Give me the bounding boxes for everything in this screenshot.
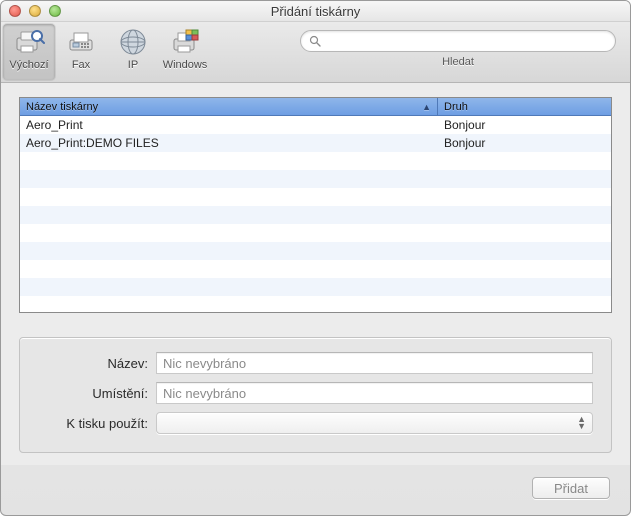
toolbar-items: Výchozí Fax [3,24,211,80]
select-arrows-icon: ▲▼ [577,416,586,430]
window-title: Přidání tiskárny [1,4,630,19]
table-row[interactable]: Aero_Print Bonjour [20,116,611,134]
content-area: Název tiskárny ▲ Druh Aero_Print Bonjour… [1,83,630,465]
search-field-wrap[interactable] [300,30,616,52]
details-panel: Název: Nic nevybráno Umístění: Nic nevyb… [19,337,612,453]
toolbar-item-label: IP [128,59,138,71]
search-icon [309,35,321,47]
table-row[interactable] [20,206,611,224]
label-use: K tisku použít: [38,416,148,431]
table-header: Název tiskárny ▲ Druh [20,98,611,116]
toolbar-item-default[interactable]: Výchozí [3,24,55,80]
globe-icon [117,26,149,58]
table-row[interactable] [20,188,611,206]
search-group: Hledat [300,30,616,68]
table-row[interactable] [20,224,611,242]
column-header-name[interactable]: Název tiskárny ▲ [20,98,438,116]
column-header-kind-label: Druh [444,101,468,113]
cell-printer-kind: Bonjour [438,136,611,150]
fax-icon [65,26,97,58]
search-label: Hledat [442,56,474,68]
cell-printer-name: Aero_Print:DEMO FILES [20,136,438,150]
windows-printer-icon [169,26,201,58]
titlebar: Přidání tiskárny [1,1,630,22]
zoom-icon[interactable] [49,5,61,17]
table-body: Aero_Print Bonjour Aero_Print:DEMO FILES… [20,116,611,312]
toolbar-item-label: Fax [72,59,90,71]
toolbar-item-ip[interactable]: IP [107,24,159,80]
table-row[interactable] [20,152,611,170]
use-select[interactable]: ▲▼ [156,412,593,434]
cell-printer-name: Aero_Print [20,118,438,132]
toolbar: Výchozí Fax [1,22,630,83]
window-controls [1,5,61,17]
toolbar-item-label: Výchozí [9,59,48,71]
toolbar-item-fax[interactable]: Fax [55,24,107,80]
label-name: Název: [38,356,148,371]
form-row-location: Umístění: Nic nevybráno [38,382,593,404]
form-row-name: Název: Nic nevybráno [38,352,593,374]
location-field[interactable]: Nic nevybráno [156,382,593,404]
footer: Přidat [1,465,630,515]
sort-ascending-icon: ▲ [422,102,431,112]
add-button[interactable]: Přidat [532,477,610,499]
add-button-label: Přidat [554,481,588,496]
printer-search-icon [13,26,45,58]
location-field-value: Nic nevybráno [163,386,246,401]
search-input[interactable] [321,34,607,48]
column-header-name-label: Název tiskárny [26,101,98,113]
form-row-use: K tisku použít: ▲▼ [38,412,593,434]
table-row[interactable] [20,170,611,188]
toolbar-item-label: Windows [163,59,208,71]
toolbar-item-windows[interactable]: Windows [159,24,211,80]
table-row[interactable] [20,260,611,278]
name-field-value: Nic nevybráno [163,356,246,371]
column-header-kind[interactable]: Druh [438,98,611,116]
add-printer-window: Přidání tiskárny Výchozí [0,0,631,516]
close-icon[interactable] [9,5,21,17]
cell-printer-kind: Bonjour [438,118,611,132]
table-row[interactable] [20,278,611,296]
minimize-icon[interactable] [29,5,41,17]
table-row[interactable] [20,242,611,260]
label-location: Umístění: [38,386,148,401]
printer-table: Název tiskárny ▲ Druh Aero_Print Bonjour… [19,97,612,313]
name-field[interactable]: Nic nevybráno [156,352,593,374]
table-row[interactable] [20,296,611,312]
table-row[interactable]: Aero_Print:DEMO FILES Bonjour [20,134,611,152]
